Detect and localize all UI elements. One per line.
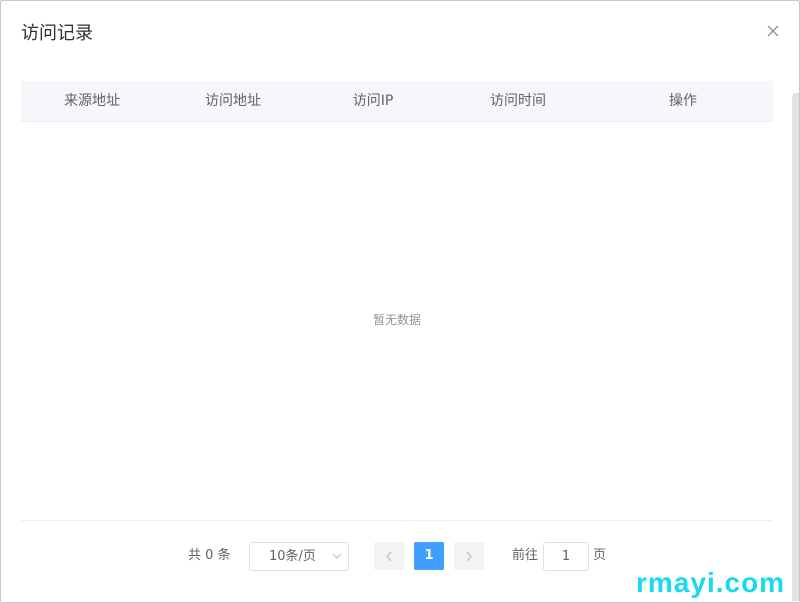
chevron-down-icon xyxy=(332,553,342,559)
column-header-actions: 操作 xyxy=(669,93,697,109)
jump-prefix-label: 前往 xyxy=(512,548,539,563)
pagination-total: 共 0 条 xyxy=(188,548,231,563)
column-header-visit-url: 访问地址 xyxy=(205,93,261,109)
page-size-label: 10条/页 xyxy=(269,549,316,564)
dialog-scrollbar[interactable] xyxy=(792,93,799,601)
page-size-select[interactable]: 10条/页 xyxy=(249,542,349,571)
jump-page-input[interactable] xyxy=(543,542,589,571)
visit-records-table: 来源地址 访问地址 访问IP 访问时间 操作 暂无数据 xyxy=(21,81,773,521)
column-header-visit-time: 访问时间 xyxy=(490,93,546,109)
prev-page-button[interactable] xyxy=(374,542,404,570)
site-watermark: rmayi.com xyxy=(636,567,786,598)
table-header: 来源地址 访问地址 访问IP 访问时间 操作 xyxy=(21,81,773,122)
jump-suffix-label: 页 xyxy=(593,548,607,563)
close-icon xyxy=(767,25,779,37)
close-button[interactable] xyxy=(763,21,783,41)
visit-records-dialog: 访问记录 来源地址 访问地址 访问IP 访问时间 操作 暂无数据 共 0 条 1… xyxy=(0,0,800,603)
dialog-title: 访问记录 xyxy=(21,23,93,44)
column-header-visit-ip: 访问IP xyxy=(352,93,394,109)
table-divider xyxy=(21,520,773,521)
next-page-button[interactable] xyxy=(454,542,484,570)
page-number-1[interactable]: 1 xyxy=(414,542,444,570)
empty-placeholder: 暂无数据 xyxy=(372,313,421,327)
chevron-left-icon xyxy=(386,551,392,562)
chevron-right-icon xyxy=(466,551,472,562)
column-header-source: 来源地址 xyxy=(64,93,120,109)
